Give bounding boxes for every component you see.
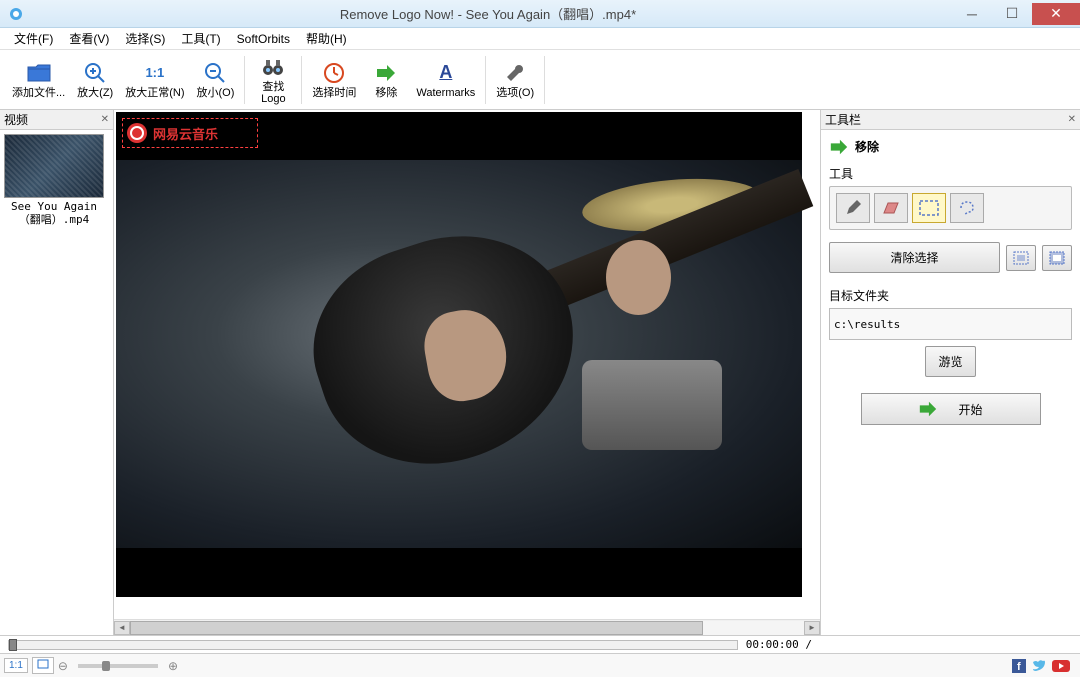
toolbar-separator: [544, 56, 545, 104]
timeline-thumb[interactable]: [9, 639, 17, 651]
add-files-button[interactable]: 添加文件...: [6, 52, 71, 108]
watermark-icon: A: [434, 61, 458, 85]
toolbar-separator: [301, 56, 302, 104]
svg-text:f: f: [1017, 661, 1021, 673]
tools-panel-close[interactable]: ✕: [1068, 114, 1076, 125]
menu-view[interactable]: 查看(V): [61, 28, 117, 49]
start-button[interactable]: 开始: [861, 393, 1041, 425]
menu-tools[interactable]: 工具(T): [173, 28, 228, 49]
facebook-icon[interactable]: f: [1012, 659, 1026, 673]
video-panel-header: 视频 ✕: [0, 110, 113, 130]
toolbar: 添加文件... 放大(Z) 1:1 放大正常(N) 放小(O) 查找 Logo …: [0, 50, 1080, 110]
timeline-track[interactable]: [8, 640, 738, 650]
video-frame: 网易云音乐: [116, 112, 802, 597]
video-viewport[interactable]: 网易云音乐: [114, 110, 820, 619]
remove-button[interactable]: 移除: [362, 52, 410, 108]
scroll-track[interactable]: [130, 621, 804, 635]
titlebar: Remove Logo Now! - See You Again（翻唱）.mp4…: [0, 0, 1080, 28]
video-item-name: See You Again（翻唱）.mp4: [4, 200, 104, 226]
zoom-slider[interactable]: [78, 664, 158, 668]
binoculars-icon: [261, 55, 285, 79]
fit-icon: [37, 659, 49, 669]
maximize-button[interactable]: ☐: [992, 3, 1032, 25]
menu-softorbits[interactable]: SoftOrbits: [229, 30, 298, 48]
menu-select[interactable]: 选择(S): [117, 28, 173, 49]
zoom-in-icon: [83, 61, 107, 85]
zoom-out-icon: [203, 61, 227, 85]
select-time-button[interactable]: 选择时间: [306, 52, 362, 108]
action-label: 移除: [855, 138, 879, 155]
video-thumbnail: [4, 134, 104, 198]
youtube-icon[interactable]: [1052, 659, 1070, 673]
find-logo-button[interactable]: 查找 Logo: [249, 52, 297, 108]
select-inside-button[interactable]: [1006, 245, 1036, 271]
video-content: [116, 160, 802, 548]
zoom-knob[interactable]: [102, 661, 110, 671]
zoom-in-button[interactable]: 放大(Z): [71, 52, 119, 108]
minimize-button[interactable]: ─: [952, 3, 992, 25]
target-folder-input[interactable]: [829, 308, 1072, 340]
tools-panel-title: 工具栏: [825, 111, 861, 128]
statusbar: 1:1 ⊖ ⊕ f: [0, 653, 1080, 677]
video-item[interactable]: See You Again（翻唱）.mp4: [4, 134, 104, 226]
folder-icon: [27, 61, 51, 85]
arrow-right-icon: [918, 401, 938, 417]
zoom-plus-icon[interactable]: ⊕: [168, 659, 178, 673]
main-area: 视频 ✕ See You Again（翻唱）.mp4: [0, 110, 1080, 635]
start-label: 开始: [958, 401, 982, 418]
decoration: [582, 360, 722, 450]
menubar: 文件(F) 查看(V) 选择(S) 工具(T) SoftOrbits 帮助(H): [0, 28, 1080, 50]
menu-help[interactable]: 帮助(H): [298, 28, 355, 49]
scroll-thumb[interactable]: [130, 621, 703, 635]
close-button[interactable]: ✕: [1032, 3, 1080, 25]
rectangle-select-tool[interactable]: [912, 193, 946, 223]
scroll-left-arrow[interactable]: ◄: [114, 621, 130, 635]
decoration: [606, 240, 671, 315]
zoom-out-button[interactable]: 放小(O): [191, 52, 241, 108]
timeline-time: 00:00:00 /: [746, 638, 812, 651]
eraser-tool[interactable]: [874, 193, 908, 223]
target-folder-label: 目标文件夹: [829, 287, 1072, 304]
video-panel-close[interactable]: ✕: [101, 114, 109, 125]
video-panel: 视频 ✕ See You Again（翻唱）.mp4: [0, 110, 114, 635]
video-panel-title: 视频: [4, 111, 28, 128]
center-panel: 网易云音乐 ◄ ►: [114, 110, 820, 635]
watermarks-button[interactable]: A Watermarks: [410, 52, 481, 108]
toolbar-separator: [244, 56, 245, 104]
timeline: 00:00:00 /: [0, 635, 1080, 653]
tools-panel-header: 工具栏 ✕: [821, 110, 1080, 130]
fit-screen-button[interactable]: [32, 657, 54, 674]
zoom-minus-icon[interactable]: ⊖: [58, 659, 68, 673]
horizontal-scrollbar[interactable]: ◄ ►: [114, 619, 820, 635]
tool-palette: [829, 186, 1072, 230]
watermark-selection[interactable]: 网易云音乐: [122, 118, 258, 148]
clear-selection-button[interactable]: 清除选择: [829, 242, 1000, 273]
ratio-icon: 1:1: [143, 61, 167, 85]
tools-section-label: 工具: [829, 165, 1072, 182]
watermark-text: 网易云音乐: [153, 124, 218, 143]
app-icon: [8, 6, 24, 22]
select-outside-button[interactable]: [1042, 245, 1072, 271]
browse-button[interactable]: 游览: [925, 346, 975, 377]
arrow-right-icon: [374, 61, 398, 85]
toolbar-separator: [485, 56, 486, 104]
twitter-icon[interactable]: [1032, 659, 1046, 673]
video-list: See You Again（翻唱）.mp4: [0, 130, 113, 635]
pencil-tool[interactable]: [836, 193, 870, 223]
menu-file[interactable]: 文件(F): [6, 28, 61, 49]
window-title: Remove Logo Now! - See You Again（翻唱）.mp4…: [24, 4, 952, 23]
action-row: 移除: [829, 138, 1072, 155]
zoom-normal-button[interactable]: 1:1 放大正常(N): [119, 52, 190, 108]
zoom-ratio-button[interactable]: 1:1: [4, 658, 28, 673]
lasso-select-tool[interactable]: [950, 193, 984, 223]
netease-logo-icon: [127, 123, 147, 143]
scroll-right-arrow[interactable]: ►: [804, 621, 820, 635]
tools-panel: 工具栏 ✕ 移除 工具 清除选择 目标文件夹 游览: [820, 110, 1080, 635]
options-button[interactable]: 选项(O): [490, 52, 540, 108]
arrow-right-icon: [829, 139, 849, 155]
wrench-icon: [503, 61, 527, 85]
clock-icon: [322, 61, 346, 85]
